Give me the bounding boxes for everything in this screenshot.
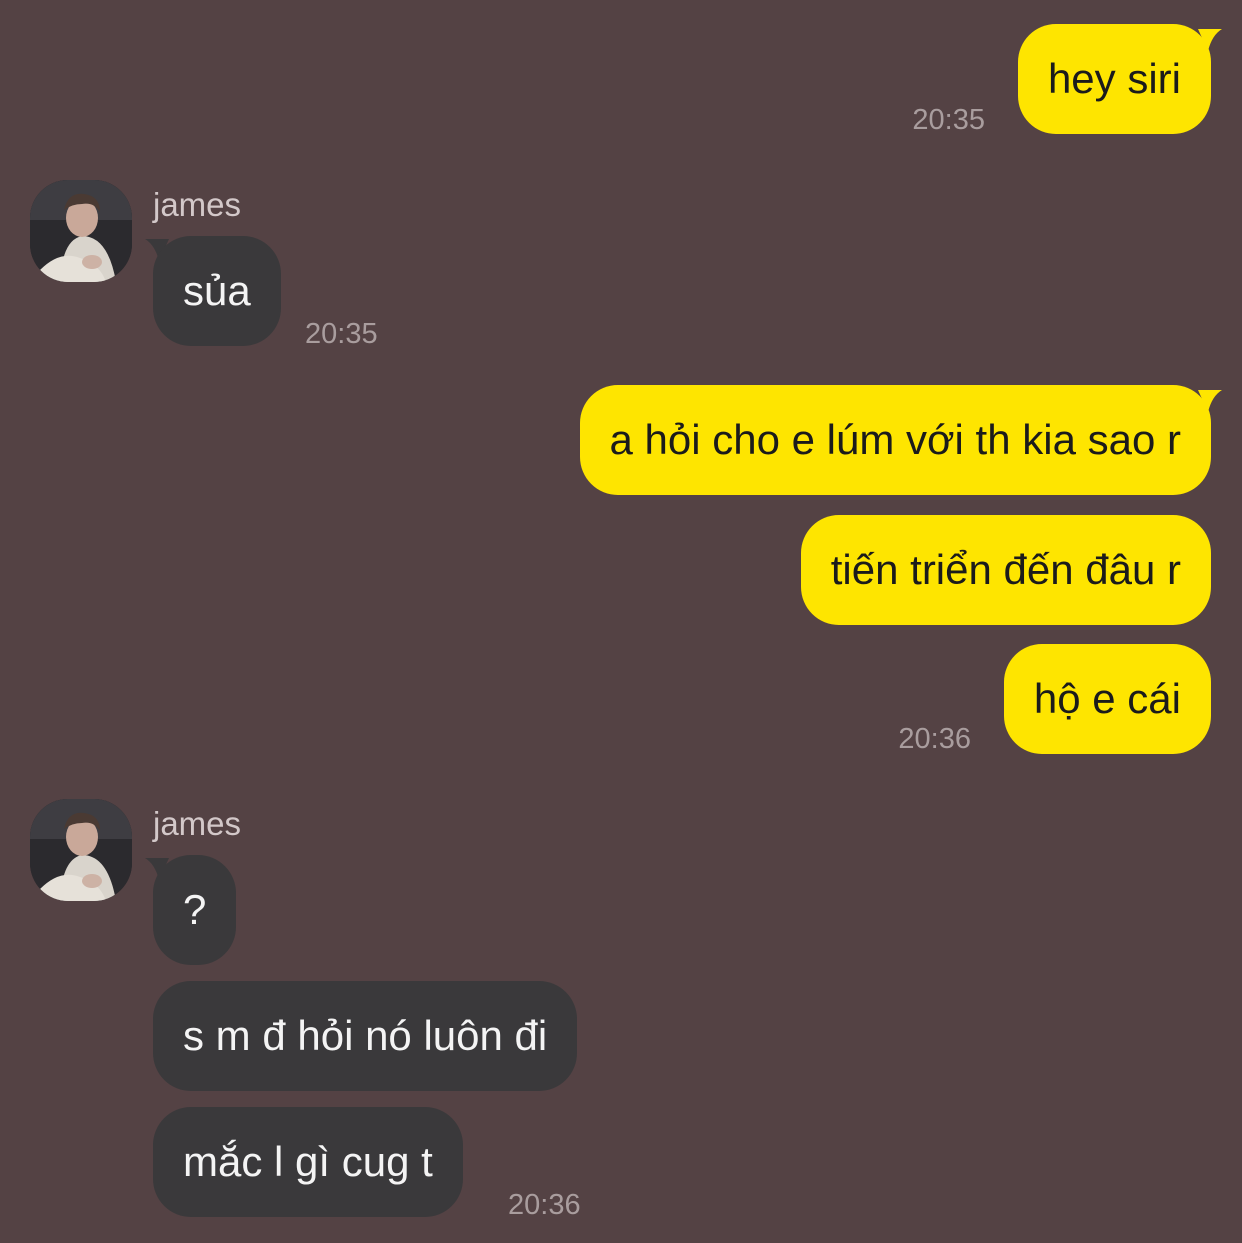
message-text: sủa xyxy=(183,267,251,314)
message-timestamp: 20:36 xyxy=(898,723,971,755)
message-timestamp: 20:35 xyxy=(305,318,378,350)
message-timestamp: 20:35 xyxy=(912,104,985,136)
message-text: a hỏi cho e lúm với th kia sao r xyxy=(609,416,1181,463)
bubble-tail-icon xyxy=(1198,390,1222,412)
outgoing-message-bubble[interactable]: hộ e cái xyxy=(1003,644,1211,754)
outgoing-message-bubble[interactable]: tiến triển đến đâu r xyxy=(800,515,1211,625)
sender-name: james xyxy=(153,805,242,842)
incoming-message-bubble[interactable]: s m đ hỏi nó luôn đi xyxy=(153,981,578,1091)
sender-name: james xyxy=(153,186,242,223)
outgoing-message-bubble[interactable]: hey siri xyxy=(1017,24,1211,134)
message-text: ? xyxy=(183,886,207,933)
incoming-message-bubble[interactable]: sủa xyxy=(153,236,281,346)
user-avatar-photo-icon xyxy=(30,180,132,282)
message-timestamp: 20:36 xyxy=(508,1189,581,1221)
message-text: s m đ hỏi nó luôn đi xyxy=(183,1012,548,1059)
incoming-message-bubble[interactable]: ? xyxy=(153,855,237,965)
chat-message-list[interactable]: hey siri 20:35 james sủa 20:35 a hỏi cho… xyxy=(0,0,1242,1243)
sender-avatar[interactable] xyxy=(30,799,132,901)
message-text: mắc l gì cug t xyxy=(183,1138,433,1185)
message-text: hộ e cái xyxy=(1033,675,1181,722)
bubble-tail-icon xyxy=(1198,29,1222,51)
message-text: tiến triển đến đâu r xyxy=(830,546,1181,593)
sender-avatar[interactable] xyxy=(30,180,132,282)
incoming-message-bubble[interactable]: mắc l gì cug t xyxy=(153,1107,463,1217)
user-avatar-photo-icon xyxy=(30,799,132,901)
outgoing-message-bubble[interactable]: a hỏi cho e lúm với th kia sao r xyxy=(579,385,1211,495)
message-text: hey siri xyxy=(1047,55,1181,102)
